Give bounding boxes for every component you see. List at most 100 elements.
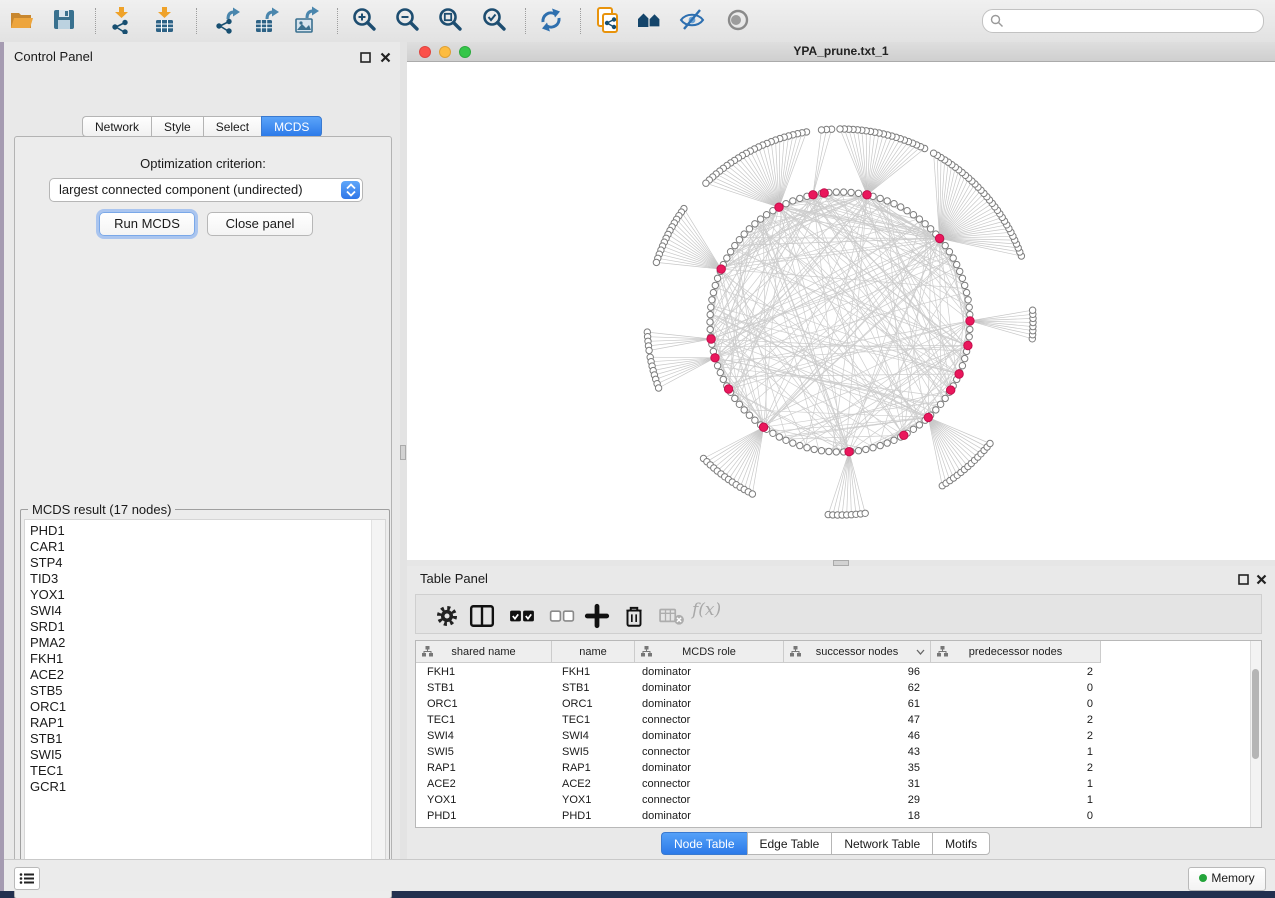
tab-select[interactable]: Select [203,116,261,137]
mcds-result-item[interactable]: SRD1 [30,619,371,635]
mcds-result-item[interactable]: CAR1 [30,539,371,555]
optimization-criterion-select[interactable]: largest connected component (undirected) [49,178,363,202]
vertical-splitter[interactable] [400,42,407,859]
tab-edge-table[interactable]: Edge Table [747,832,832,855]
close-panel-icon[interactable] [380,50,391,61]
table-scrollbar-thumb[interactable] [1252,669,1259,759]
splitter-grip[interactable] [400,445,406,460]
dropdown-stepper-icon[interactable] [341,181,360,199]
zoom-in-icon[interactable] [351,6,379,34]
table-scrollbar[interactable] [1250,641,1261,827]
mcds-result-item[interactable]: PMA2 [30,635,371,651]
deselect-all-icon[interactable] [549,603,575,627]
refresh-view-icon[interactable] [537,6,565,34]
tab-style[interactable]: Style [151,116,203,137]
network-graph[interactable] [407,62,1275,560]
network-canvas[interactable] [407,62,1275,560]
mcds-result-item[interactable]: ORC1 [30,699,371,715]
table-toolbar: f(x) [415,594,1262,634]
node-table-rows: FKH1FKH1dominator 962 STB1STB1dominator … [416,664,1251,827]
dropdown-selected-value: largest connected component (undirected) [59,182,303,197]
hide-selected-icon[interactable] [679,6,707,34]
zoom-selected-icon[interactable] [481,6,509,34]
mcds-result-item[interactable]: STB1 [30,731,371,747]
open-folder-icon[interactable] [8,6,36,34]
mcds-result-item[interactable]: ACE2 [30,667,371,683]
import-table-icon[interactable] [151,6,179,34]
control-panel-tabs: Network Style Select MCDS [82,116,322,137]
toolbar-separator [525,8,526,34]
tab-network[interactable]: Network [82,116,151,137]
tab-mcds[interactable]: MCDS [261,116,322,137]
sort-chevron-icon[interactable] [916,649,925,655]
optimization-criterion-label: Optimization criterion: [15,156,391,171]
mcds-result-item[interactable]: FKH1 [30,651,371,667]
column-header-successor-nodes[interactable]: successor nodes [784,641,931,663]
table-row[interactable]: RAP1RAP1dominator 352 [416,760,1251,776]
run-mcds-button[interactable]: Run MCDS [99,212,195,236]
mcds-result-list: PHD1CAR1STP4TID3YOX1SWI4SRD1PMA2FKH1ACE2… [24,519,386,879]
table-row[interactable]: PHD1PHD1dominator 180 [416,808,1251,824]
table-row[interactable]: STB1STB1dominator 620 [416,680,1251,696]
tab-network-table[interactable]: Network Table [831,832,932,855]
node-table-header: shared name name MCDS role successor nod… [416,641,1101,663]
table-row[interactable]: ORC1ORC1dominator 610 [416,696,1251,712]
toolbar-separator [196,8,197,34]
network-view-window: YPA_prune.txt_1 [407,42,1275,560]
show-columns-icon[interactable] [469,603,495,627]
column-type-icon [937,646,948,657]
toolbar-separator [95,8,96,34]
mcds-result-item[interactable]: SWI4 [30,603,371,619]
column-header-name[interactable]: name [552,641,635,663]
memory-status-icon [1199,874,1207,882]
table-row[interactable]: FKH1FKH1dominator 962 [416,664,1251,680]
mcds-result-group: MCDS result (17 nodes) PHD1CAR1STP4TID3Y… [20,509,390,883]
network-window-title: YPA_prune.txt_1 [407,44,1275,58]
table-row[interactable]: ACE2ACE2connector 311 [416,776,1251,792]
table-settings-gear-icon[interactable] [434,603,460,627]
mcds-result-item[interactable]: YOX1 [30,587,371,603]
mcds-result-item[interactable]: TEC1 [30,763,371,779]
close-panel-icon[interactable] [1256,572,1267,583]
mcds-result-item[interactable]: PHD1 [30,523,371,539]
function-builder-icon-disabled: f(x) [692,600,718,624]
memory-button[interactable]: Memory [1188,867,1266,891]
export-network-icon[interactable] [214,6,242,34]
table-row[interactable]: SWI4SWI4dominator 462 [416,728,1251,744]
zoom-fit-icon[interactable] [437,6,465,34]
table-panel-tabs: Node Table Edge Table Network Table Moti… [661,832,990,855]
float-panel-icon[interactable] [1238,572,1249,583]
mcds-result-item[interactable]: RAP1 [30,715,371,731]
save-icon[interactable] [50,6,78,34]
search-input[interactable] [982,9,1264,33]
close-panel-button[interactable]: Close panel [207,212,313,236]
table-row[interactable]: SWI5SWI5connector 431 [416,744,1251,760]
column-header-mcds-role[interactable]: MCDS role [635,641,784,663]
delete-column-icon[interactable] [621,603,647,627]
add-column-icon[interactable] [584,603,610,627]
new-network-from-selection-icon[interactable] [594,6,622,34]
mcds-result-item[interactable]: SWI5 [30,747,371,763]
mcds-result-item[interactable]: STP4 [30,555,371,571]
import-network-icon[interactable] [108,6,136,34]
column-header-shared-name[interactable]: shared name [416,641,552,663]
table-row[interactable]: YOX1YOX1connector 291 [416,792,1251,808]
first-neighbors-icon[interactable] [636,6,664,34]
show-all-icon[interactable] [724,6,752,34]
mcds-result-item[interactable]: GCR1 [30,779,371,795]
tab-node-table[interactable]: Node Table [661,832,747,855]
export-image-icon[interactable] [293,6,321,34]
mcds-result-item[interactable]: TID3 [30,571,371,587]
task-history-button[interactable] [14,867,40,890]
column-header-predecessor-nodes[interactable]: predecessor nodes [931,641,1101,663]
export-table-icon[interactable] [253,6,281,34]
tab-motifs[interactable]: Motifs [932,832,990,855]
table-row[interactable]: TEC1TEC1connector 472 [416,712,1251,728]
column-type-icon [790,646,801,657]
network-window-titlebar[interactable]: YPA_prune.txt_1 [407,42,1275,62]
zoom-out-icon[interactable] [394,6,422,34]
mcds-result-item[interactable]: STB5 [30,683,371,699]
mcds-list-scrollbar[interactable] [371,520,385,878]
float-panel-icon[interactable] [360,50,371,61]
select-all-icon[interactable] [509,603,535,627]
